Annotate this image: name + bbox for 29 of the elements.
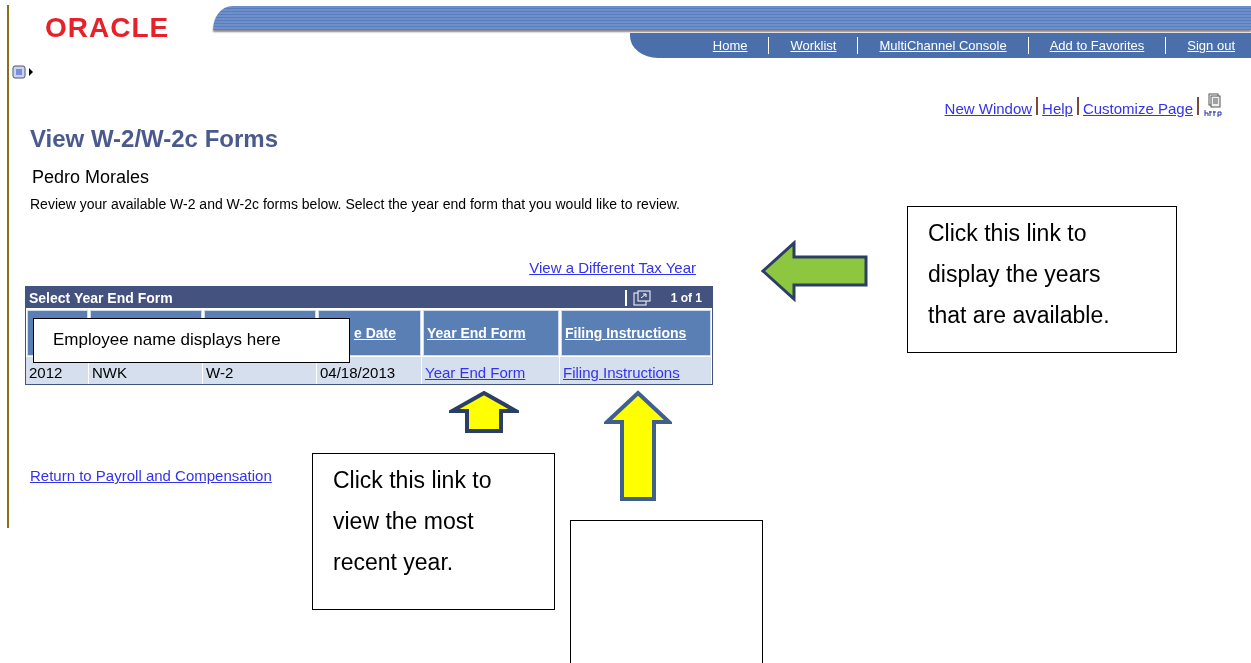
up-arrow xyxy=(449,390,519,434)
table-cell: 2012 xyxy=(29,364,63,381)
column-header[interactable]: e Date xyxy=(353,325,396,341)
tax-year-link[interactable]: View a Different Tax Year xyxy=(529,259,696,276)
page-link[interactable]: Customize Page xyxy=(1082,100,1193,117)
table-cell: W-2 xyxy=(206,364,234,381)
table-link[interactable]: Filing Instructions xyxy=(563,364,680,381)
callout-label: Employee name displays here xyxy=(33,318,350,363)
pager-text: 1 of 1 xyxy=(670,290,702,305)
nav-link[interactable]: Home xyxy=(710,38,750,53)
nav-link[interactable]: MultiChannel Console xyxy=(877,38,1009,53)
return-link[interactable]: Return to Payroll and Compensation xyxy=(30,467,272,484)
page-link[interactable]: New Window xyxy=(944,100,1033,117)
page-link[interactable]: Help xyxy=(1042,100,1073,117)
table-cell: 04/18/2013 xyxy=(320,364,396,381)
table-link[interactable]: Year End Form xyxy=(425,364,526,381)
nav-link[interactable]: Sign out xyxy=(1185,38,1237,53)
nav-link[interactable]: Worklist xyxy=(788,38,839,53)
expand-icon[interactable] xyxy=(632,289,651,306)
oracle-logo: ORACLE xyxy=(44,11,171,45)
grid-title: Select Year End Form xyxy=(29,289,173,306)
table-cell: NWK xyxy=(92,364,127,381)
http-document-icon[interactable] xyxy=(1203,93,1225,117)
instructions-text: Review your available W-2 and W-2c forms below. Select the year end form that you would like to review. xyxy=(30,196,681,212)
callout-note: Click this link to view the most recent year. xyxy=(312,453,555,610)
page-title: View W-2/W-2c Forms xyxy=(30,125,279,153)
employee-name: Pedro Morales xyxy=(31,167,151,188)
nav-link[interactable]: Add to Favorites xyxy=(1047,38,1147,53)
callout-note: Click this link to display the years that are available. xyxy=(907,206,1177,353)
